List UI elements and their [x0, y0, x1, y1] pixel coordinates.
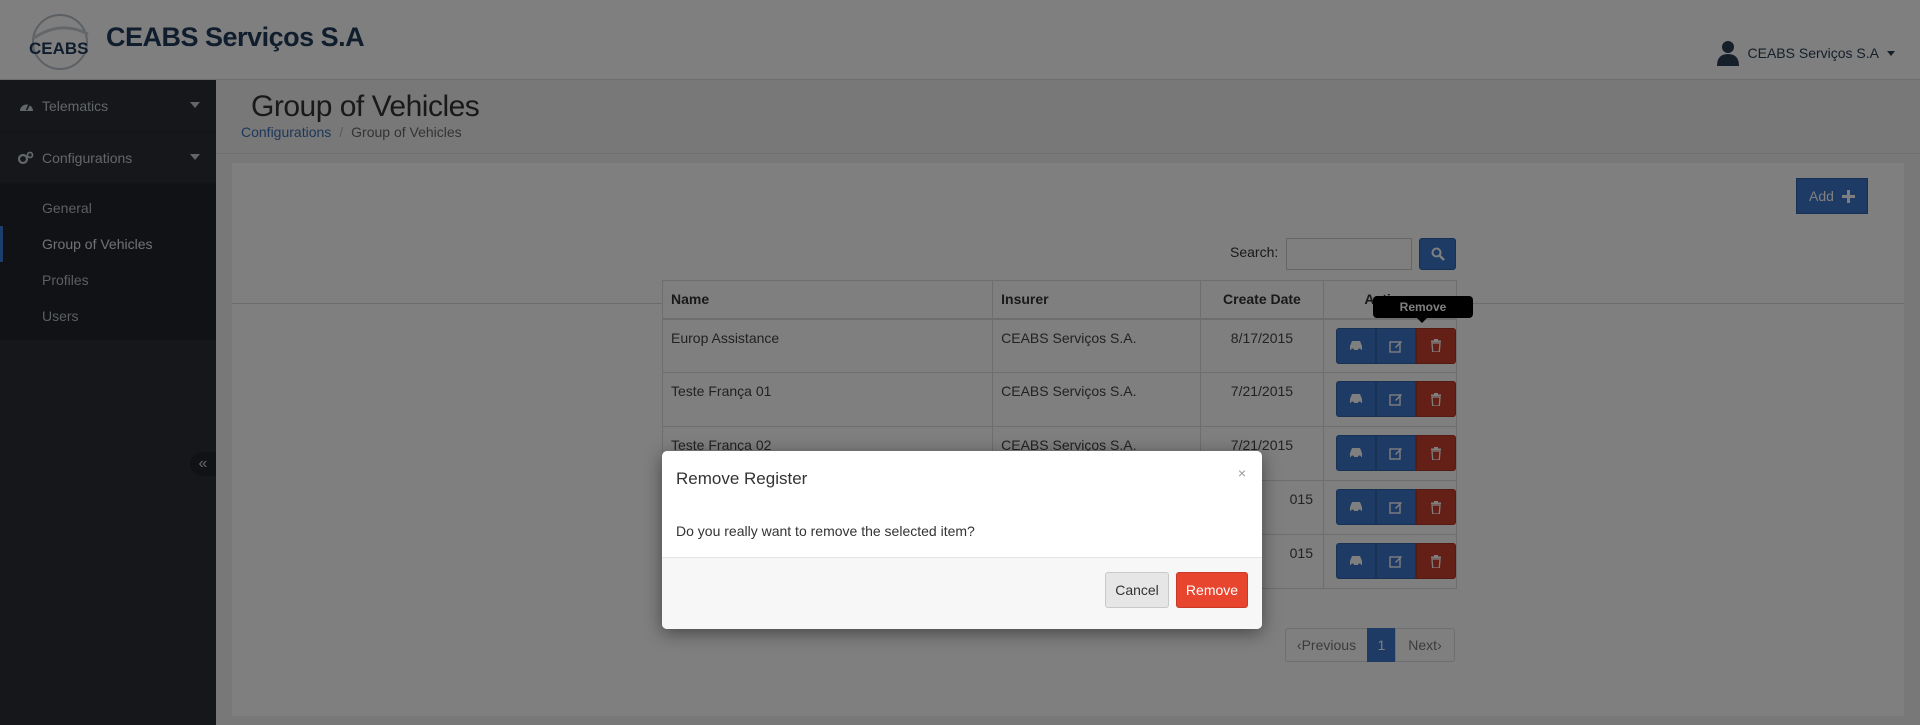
confirm-remove-button[interactable]: Remove: [1176, 572, 1248, 608]
modal-title: Remove Register: [676, 469, 808, 488]
modal-message: Do you really want to remove the selecte…: [676, 523, 975, 539]
modal-footer: Cancel Remove: [662, 558, 1262, 629]
remove-register-dialog: Remove Register × Do you really want to …: [662, 451, 1262, 629]
close-icon[interactable]: ×: [1238, 465, 1246, 481]
cancel-button[interactable]: Cancel: [1105, 572, 1169, 608]
